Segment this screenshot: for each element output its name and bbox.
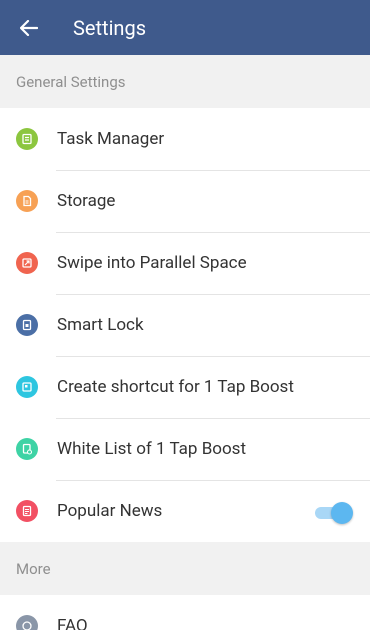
settings-item-create-shortcut[interactable]: Create shortcut for 1 Tap Boost	[0, 356, 370, 418]
settings-item-smart-lock[interactable]: Smart Lock	[0, 294, 370, 356]
settings-item-label: Storage	[57, 191, 116, 211]
page-title: Settings	[73, 15, 147, 40]
settings-item-swipe-parallel-space[interactable]: Swipe into Parallel Space	[0, 232, 370, 294]
task-manager-icon	[16, 128, 38, 150]
settings-item-label: Smart Lock	[57, 315, 144, 335]
shortcut-icon	[16, 376, 38, 398]
swipe-icon	[16, 252, 38, 274]
toggle-thumb	[331, 502, 353, 524]
settings-item-white-list[interactable]: White List of 1 Tap Boost	[0, 418, 370, 480]
settings-item-popular-news[interactable]: Popular News	[0, 480, 370, 542]
section-header-general: General Settings	[0, 55, 370, 108]
app-bar: Settings	[0, 0, 370, 55]
settings-item-faq[interactable]: FAQ	[0, 595, 370, 630]
settings-item-label: FAQ	[57, 616, 88, 630]
section-header-more: More	[0, 542, 370, 595]
whitelist-icon	[16, 438, 38, 460]
settings-item-storage[interactable]: Storage	[0, 170, 370, 232]
storage-icon	[16, 190, 38, 212]
arrow-left-icon	[20, 19, 38, 36]
settings-item-label: Popular News	[57, 501, 163, 521]
more-list: FAQ	[0, 595, 370, 630]
settings-item-label: Task Manager	[57, 129, 165, 149]
settings-item-task-manager[interactable]: Task Manager	[0, 108, 370, 170]
lock-icon	[16, 314, 38, 336]
settings-item-label: White List of 1 Tap Boost	[57, 439, 247, 459]
popular-news-toggle[interactable]	[315, 502, 353, 524]
faq-icon	[16, 615, 38, 630]
settings-item-label: Swipe into Parallel Space	[57, 253, 247, 273]
settings-item-label: Create shortcut for 1 Tap Boost	[57, 377, 294, 397]
back-button[interactable]	[0, 0, 58, 55]
general-settings-list: Task Manager Storage Swipe into Parallel…	[0, 108, 370, 542]
news-icon	[16, 500, 38, 522]
